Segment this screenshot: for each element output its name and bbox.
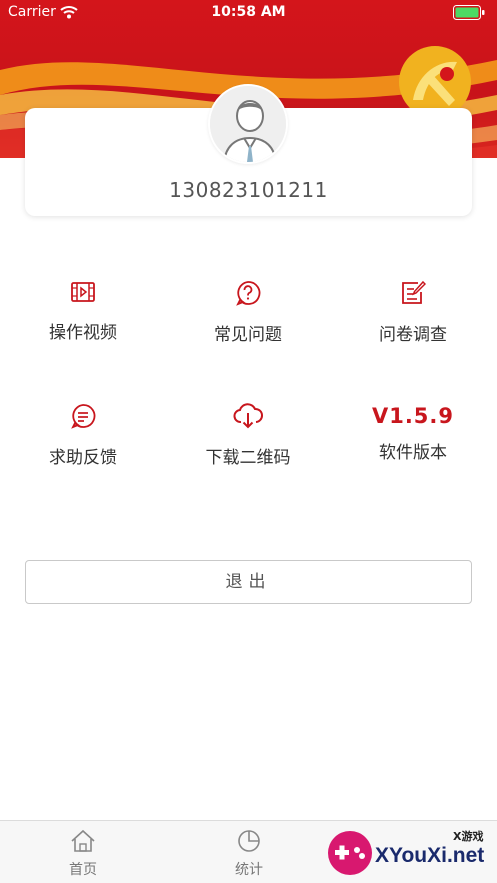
menu-item-faq[interactable]: 常见问题	[173, 280, 323, 345]
menu-item-label: 软件版本	[379, 443, 447, 463]
clock: 10:58 AM	[211, 4, 286, 20]
menu-item-label: 求助反馈	[49, 448, 117, 468]
gamepad-logo-icon	[328, 831, 372, 875]
watermark-text: XYouXi.net	[375, 844, 485, 867]
home-icon	[71, 829, 95, 852]
cloud-download-icon	[233, 403, 263, 429]
menu-item-survey[interactable]: 问卷调查	[338, 280, 488, 345]
pie-chart-icon	[238, 830, 260, 852]
menu-item-download-qrcode[interactable]: 下载二维码	[173, 403, 323, 468]
survey-icon	[402, 280, 426, 304]
user-phone-number: 130823101211	[169, 178, 328, 202]
tab-label: 首页	[69, 862, 97, 878]
menu-item-label: 操作视频	[49, 323, 117, 343]
menu-item-label: 常见问题	[214, 325, 282, 345]
avatar[interactable]	[208, 84, 288, 164]
battery-icon	[453, 5, 485, 20]
menu-item-video[interactable]: 操作视频	[8, 280, 158, 343]
watermark-logo: X游戏 XYouXi.net	[325, 826, 493, 878]
tab-statistics[interactable]: 统计	[166, 829, 332, 879]
watermark-small-text: X游戏	[453, 830, 484, 843]
status-bar: Carrier 10:58 AM	[0, 0, 497, 26]
menu-item-feedback[interactable]: 求助反馈	[8, 403, 158, 468]
video-icon	[71, 282, 95, 302]
tab-label: 统计	[235, 862, 263, 878]
feedback-icon	[71, 404, 96, 429]
question-icon	[236, 281, 261, 306]
menu-item-label: 下载二维码	[205, 448, 291, 468]
tab-home[interactable]: 首页	[0, 829, 166, 879]
logout-button[interactable]: 退出	[25, 560, 472, 604]
version-number: V1.5.9	[371, 404, 455, 428]
menu-item-version[interactable]: V1.5.9 软件版本	[338, 404, 488, 463]
menu-item-label: 问卷调查	[379, 325, 447, 345]
